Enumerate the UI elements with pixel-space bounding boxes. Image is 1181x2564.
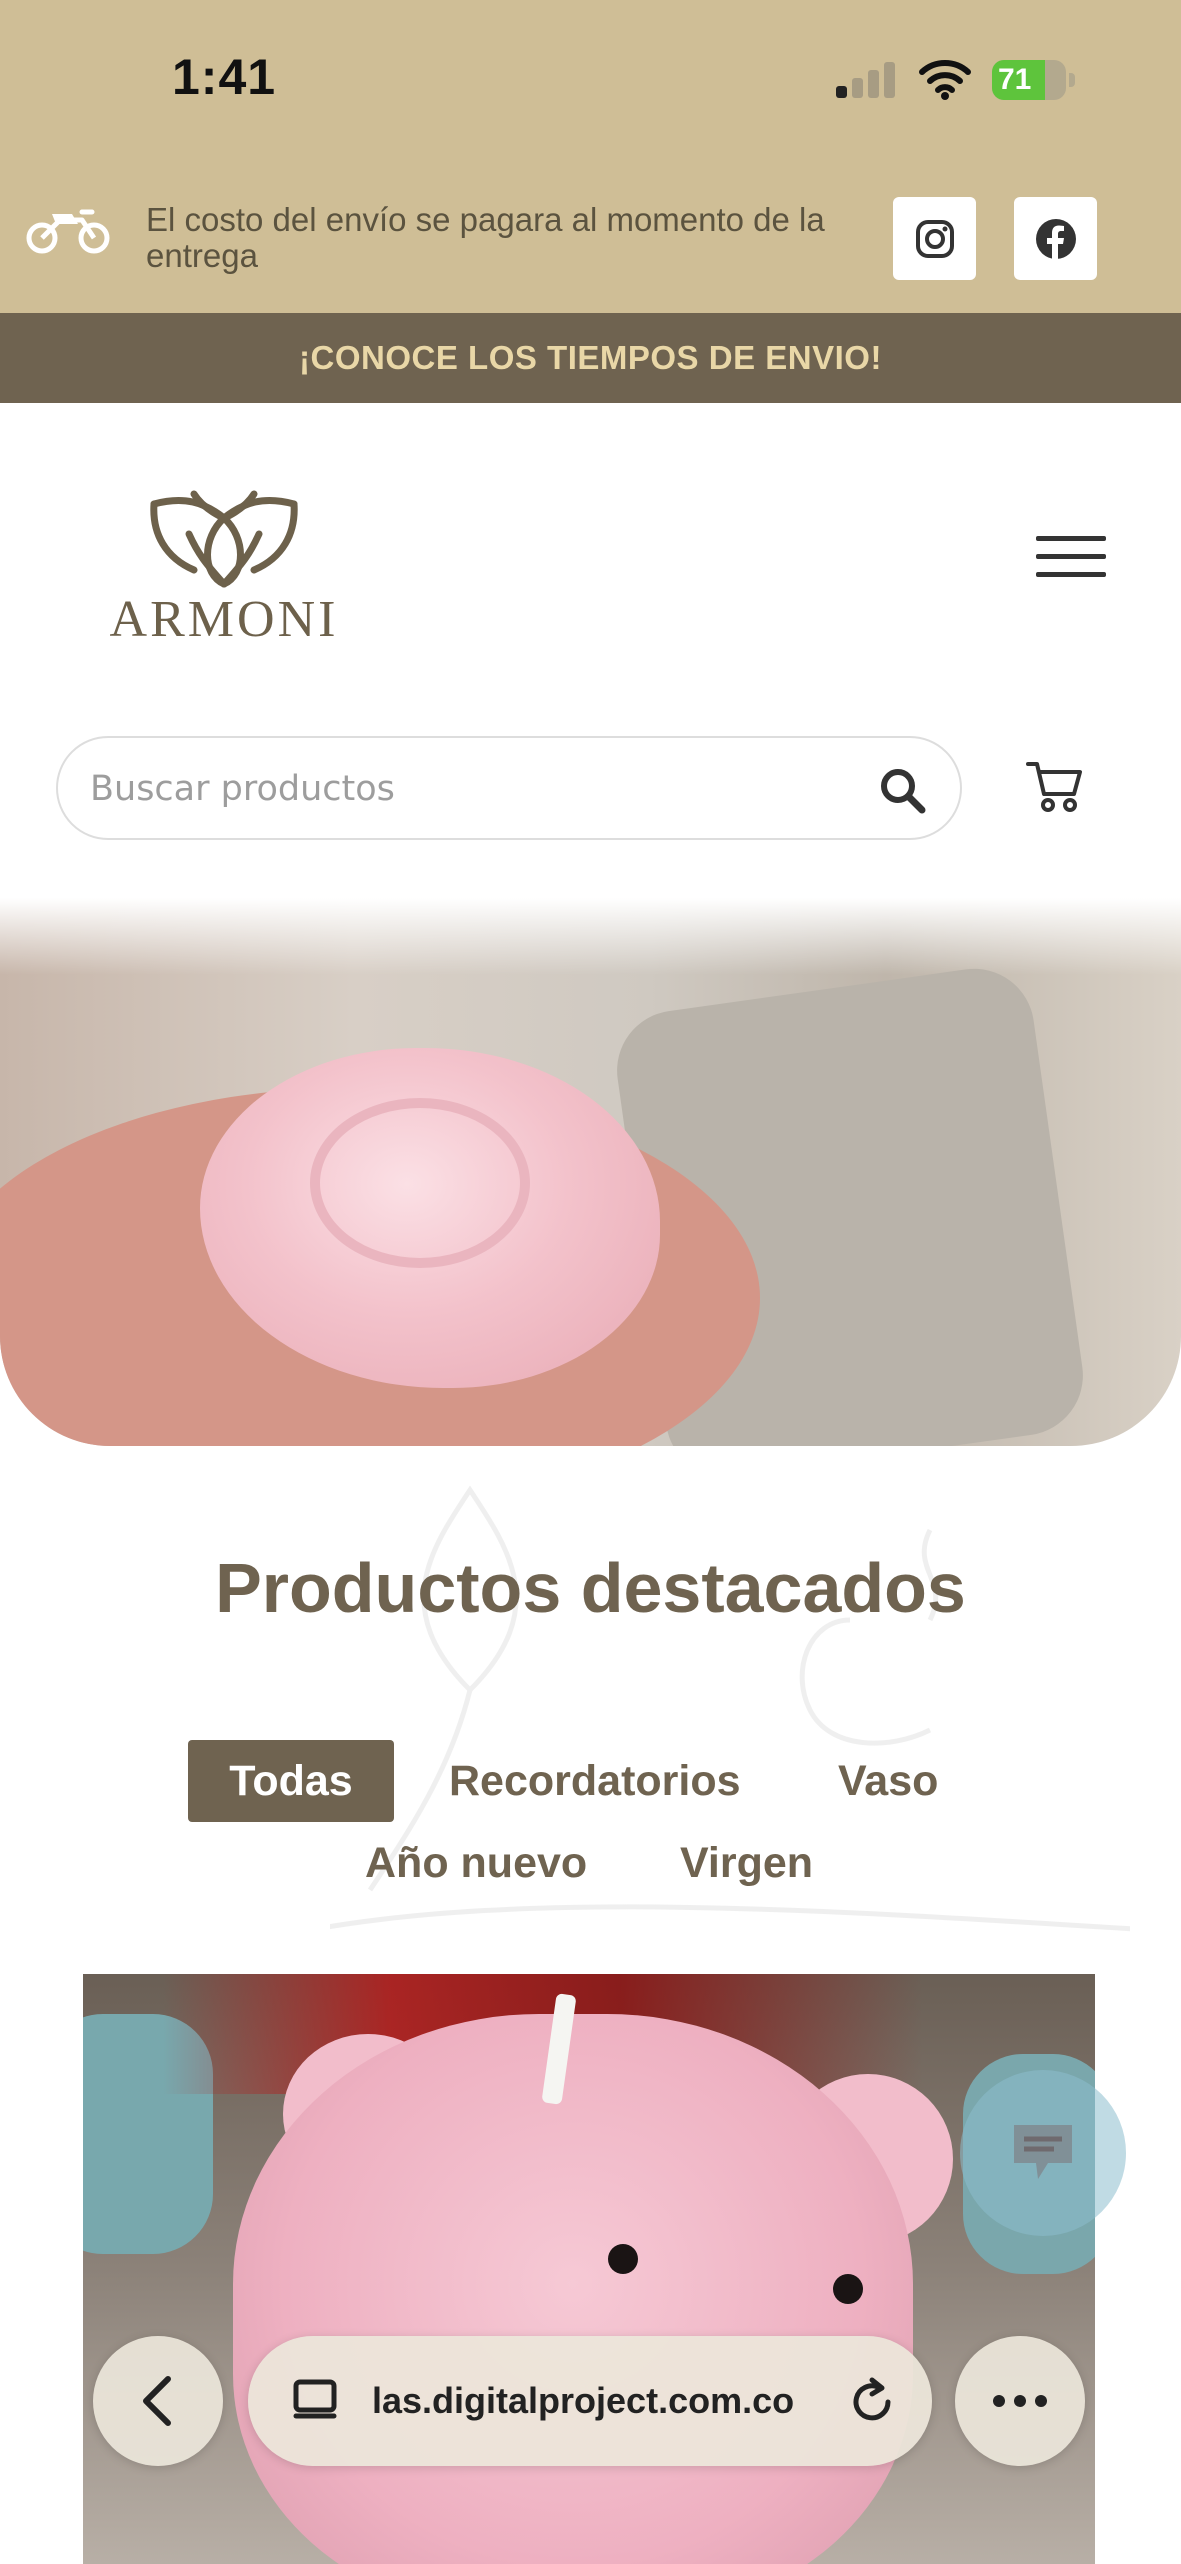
url-text[interactable]: las.digitalproject.com.co [372, 2380, 832, 2422]
facebook-icon [1035, 218, 1076, 259]
search-bar [56, 736, 962, 840]
more-button[interactable] [955, 2336, 1085, 2466]
tab-todas[interactable]: Todas [188, 1740, 394, 1822]
tab-recordatorios[interactable]: Recordatorios [449, 1740, 741, 1822]
back-arrow-icon [143, 2376, 171, 2426]
search-input[interactable] [88, 738, 872, 840]
reload-icon[interactable] [848, 2376, 898, 2426]
shipping-notice: El costo del envío se pagara al momento … [146, 201, 825, 274]
shipping-times-link[interactable]: ¡CONOCE LOS TIEMPOS DE ENVIO! [299, 339, 882, 377]
facebook-button[interactable] [1014, 197, 1097, 280]
instagram-icon [915, 219, 954, 258]
shipping-times-banner[interactable]: ¡CONOCE LOS TIEMPOS DE ENVIO! [0, 313, 1181, 403]
cart-icon[interactable] [1026, 758, 1084, 814]
featured-products-title: Productos destacados [215, 1549, 966, 1627]
wifi-icon [919, 60, 971, 100]
hero-banner-image[interactable] [0, 898, 1181, 1446]
tab-vaso[interactable]: Vaso [838, 1740, 938, 1822]
status-time: 1:41 [172, 49, 277, 105]
chat-button[interactable] [960, 2070, 1126, 2236]
chat-icon [1014, 2125, 1072, 2179]
search-icon[interactable] [878, 766, 926, 814]
battery-percent: 71 [998, 63, 1032, 96]
address-bar[interactable]: las.digitalproject.com.co [248, 2336, 932, 2466]
hamburger-menu-icon[interactable] [1036, 536, 1106, 578]
product-image[interactable] [83, 1974, 1095, 2564]
motorcycle-icon [26, 209, 110, 254]
instagram-button[interactable] [893, 197, 976, 280]
tabs-icon[interactable] [290, 2376, 340, 2426]
signal-icon [836, 62, 896, 98]
tab-virgen[interactable]: Virgen [680, 1822, 813, 1904]
battery-indicator: 71 [992, 60, 1076, 100]
more-icon [993, 2395, 1047, 2407]
back-button[interactable] [93, 2336, 223, 2466]
logo-text: ARMONI [109, 591, 339, 648]
tab-ano-nuevo[interactable]: Año nuevo [365, 1822, 587, 1904]
